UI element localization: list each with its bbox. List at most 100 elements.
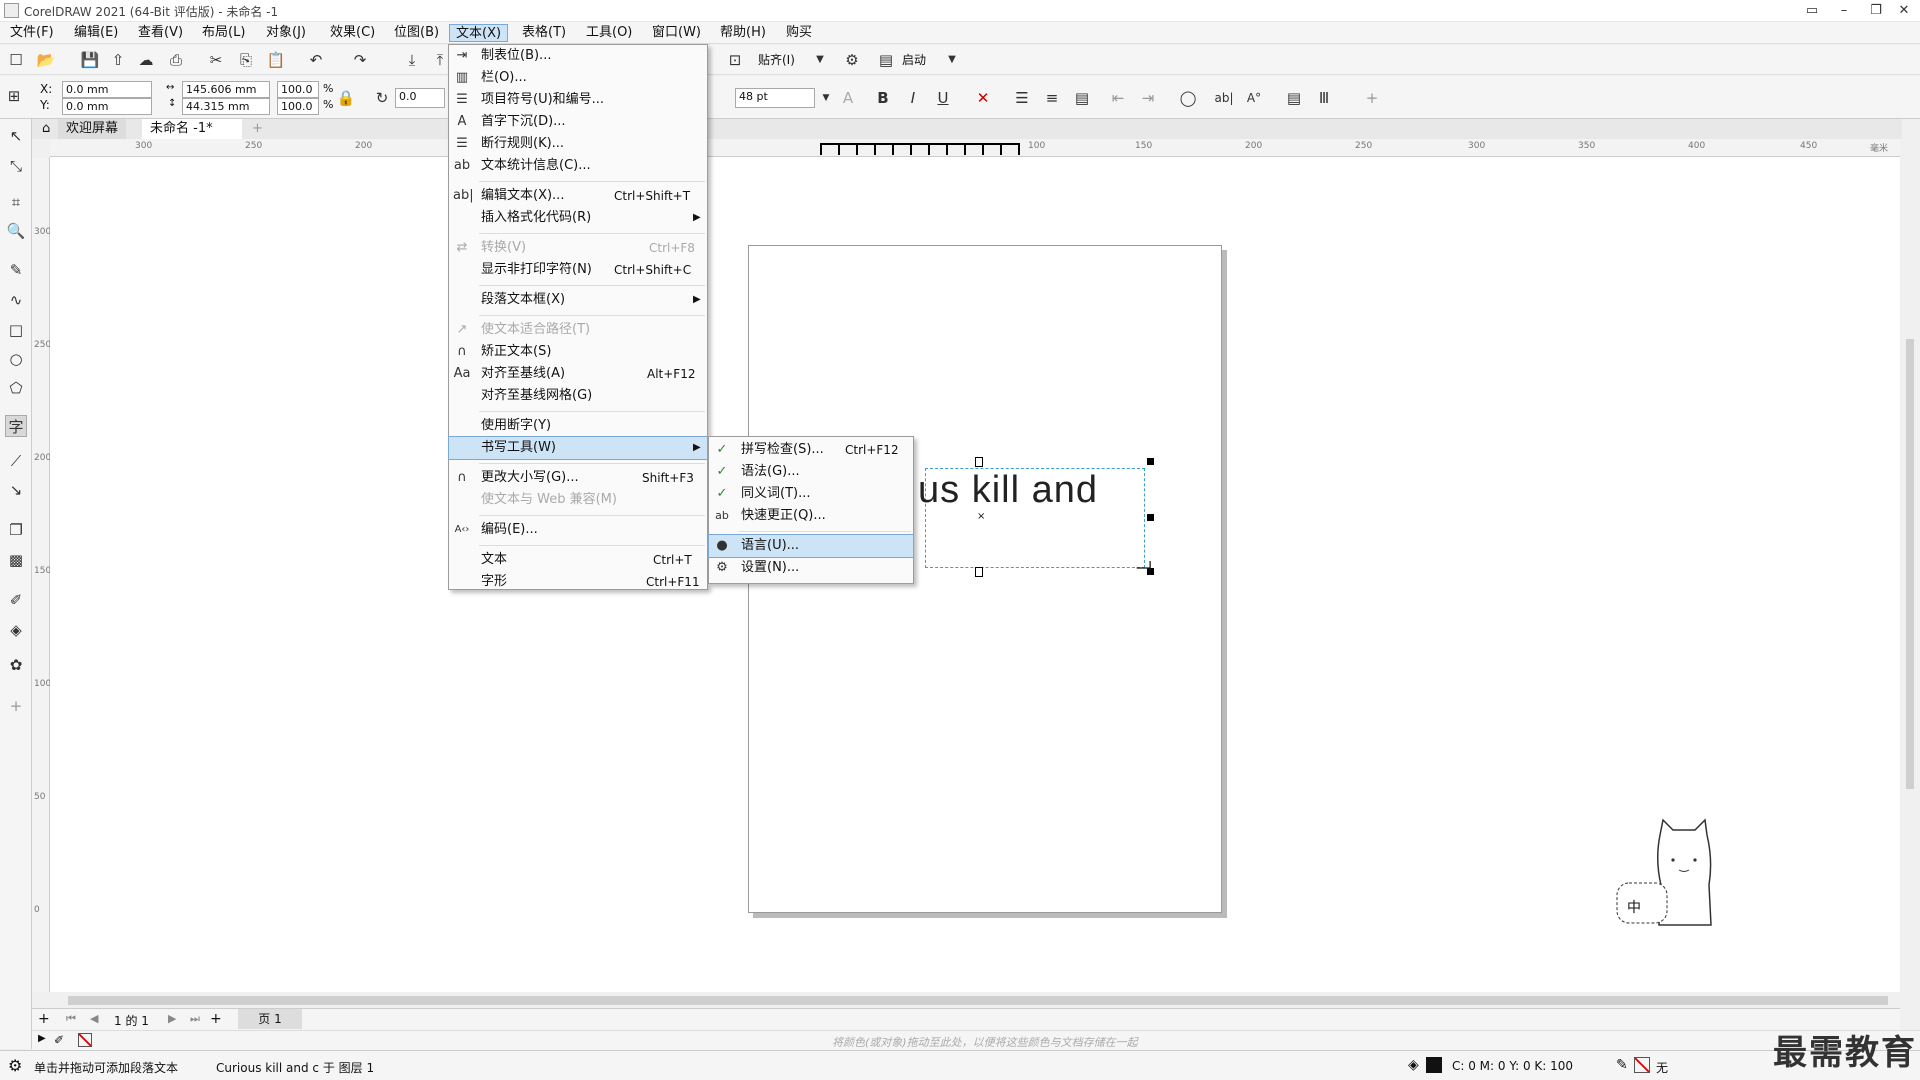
- add-tool-icon[interactable]: +: [5, 695, 27, 717]
- shape-tool-icon[interactable]: ⤡: [5, 155, 27, 177]
- lock-ratio-icon[interactable]: 🔒: [336, 88, 356, 108]
- menu-item-paragraph-frame[interactable]: 段落文本框(X) ▶: [449, 289, 707, 311]
- menu-item-insert-format-code[interactable]: 插入格式化代码(R) ▶: [449, 207, 707, 229]
- menu-item-language[interactable]: ● 语言(U)...: [708, 534, 914, 558]
- menu-tools[interactable]: 工具(O): [580, 24, 638, 42]
- vertical-text-icon[interactable]: Ⅲ: [1314, 88, 1334, 108]
- connector-tool-icon[interactable]: ↘: [5, 479, 27, 501]
- fill-color-swatch[interactable]: [1426, 1057, 1442, 1073]
- text-frame-icon[interactable]: ▤: [1284, 88, 1304, 108]
- menu-item-web-compatible[interactable]: 使文本与 Web 兼容(M): [449, 489, 707, 511]
- menu-item-line-break[interactable]: ☰ 断行规则(K)...: [449, 133, 707, 155]
- parallel-dimension-icon[interactable]: ⟋: [5, 450, 27, 472]
- text-tool-icon[interactable]: 字: [5, 415, 27, 437]
- menu-item-change-case[interactable]: ∩ 更改大小写(G)... Shift+F3: [449, 467, 707, 489]
- scroll-thumb[interactable]: [1906, 339, 1914, 789]
- menu-item-writing-tools[interactable]: 书写工具(W) ▶: [448, 436, 708, 460]
- drop-shadow-icon[interactable]: ❐: [5, 519, 27, 541]
- menu-item-fit-text-to-path[interactable]: ↗ 使文本适合路径(T): [449, 319, 707, 341]
- interactive-fill-icon[interactable]: ◈: [5, 619, 27, 641]
- rectangle-tool-icon[interactable]: □: [5, 319, 27, 341]
- restore-icon[interactable]: ▭: [1796, 0, 1828, 22]
- scale-height-field[interactable]: 100.0: [277, 98, 319, 115]
- drop-cap-icon[interactable]: ▤: [1072, 88, 1092, 108]
- y-position-field[interactable]: 0.0 mm: [62, 98, 152, 115]
- vertical-ruler[interactable]: 300 250 200 150 100 50 0: [32, 157, 51, 992]
- menu-item-hyphenation[interactable]: 使用断字(Y): [449, 415, 707, 437]
- menu-item-glyphs[interactable]: 字形 Ctrl+F11: [449, 571, 707, 593]
- text-frame-bottom-tab[interactable]: [975, 567, 983, 577]
- menu-buy[interactable]: 购买: [780, 24, 818, 42]
- menu-view[interactable]: 查看(V): [132, 24, 189, 42]
- underline-icon[interactable]: U: [933, 88, 953, 108]
- italic-icon[interactable]: I: [903, 88, 923, 108]
- menu-item-convert[interactable]: ⇄ 转换(V) Ctrl+F8: [449, 237, 707, 259]
- menu-item-grammar[interactable]: ✓ 语法(G)...: [709, 461, 913, 483]
- eyedropper-icon[interactable]: ✐: [5, 589, 27, 611]
- menu-item-text[interactable]: 文本 Ctrl+T: [449, 549, 707, 571]
- menu-item-align-baseline-grid[interactable]: 对齐至基线网格(G): [449, 385, 707, 407]
- copy-icon[interactable]: ⎘: [236, 50, 256, 70]
- selection-handle[interactable]: [1147, 458, 1154, 465]
- menu-item-drop-cap[interactable]: A 首字下沉(D)...: [449, 111, 707, 133]
- paragraph-text-frame[interactable]: us kill and: [918, 468, 1145, 568]
- menu-item-spell-check[interactable]: ✓ 拼写检查(S)... Ctrl+F12: [709, 439, 913, 461]
- minimize-button[interactable]: –: [1828, 0, 1860, 22]
- add-tab-icon[interactable]: +: [244, 119, 271, 139]
- menu-item-edit-text[interactable]: ab| 编辑文本(X)... Ctrl+Shift+T: [449, 185, 707, 207]
- tab-document[interactable]: 未命名 -1*: [142, 119, 242, 139]
- menu-item-straighten-text[interactable]: ∩ 矫正文本(S): [449, 341, 707, 363]
- menu-table[interactable]: 表格(T): [516, 24, 572, 42]
- width-field[interactable]: 145.606 mm: [182, 81, 270, 98]
- menu-object[interactable]: 对象(J): [260, 24, 312, 42]
- x-position-field[interactable]: 0.0 mm: [62, 81, 152, 98]
- numbered-list-icon[interactable]: ≡: [1042, 88, 1062, 108]
- bullet-list-icon[interactable]: ☰: [1012, 88, 1032, 108]
- new-icon[interactable]: ☐: [6, 50, 26, 70]
- launch-icon[interactable]: ▤: [876, 50, 896, 70]
- menu-text[interactable]: 文本(X): [449, 24, 509, 42]
- eyedropper-icon[interactable]: ✐: [54, 1033, 64, 1047]
- edit-text-icon[interactable]: ab|: [1214, 88, 1234, 108]
- prev-page-icon[interactable]: ◀: [90, 1012, 98, 1025]
- font-scale-icon[interactable]: A: [838, 88, 858, 108]
- menu-item-columns[interactable]: ▥ 栏(O)...: [449, 67, 707, 89]
- character-icon[interactable]: A°: [1244, 88, 1264, 108]
- height-field[interactable]: 44.315 mm: [182, 98, 270, 115]
- menu-item-quick-correct[interactable]: ab 快速更正(Q)...: [709, 505, 913, 527]
- polygon-tool-icon[interactable]: ⬠: [5, 377, 27, 399]
- smart-fill-icon[interactable]: ✿: [5, 654, 27, 676]
- last-page-icon[interactable]: ⏭: [190, 1012, 200, 1026]
- rotate-icon[interactable]: ↻: [372, 88, 392, 108]
- freehand-tool-icon[interactable]: ✎: [5, 259, 27, 281]
- menu-item-show-nonprinting[interactable]: 显示非打印字符(N) Ctrl+Shift+C: [449, 259, 707, 281]
- add-page-icon[interactable]: +: [38, 1011, 50, 1027]
- zoom-page-icon[interactable]: ⊡: [725, 50, 745, 70]
- upload-icon[interactable]: ⇧: [108, 50, 128, 70]
- increase-indent-icon[interactable]: ⇥: [1138, 88, 1158, 108]
- cut-icon[interactable]: ✂: [206, 50, 226, 70]
- zoom-tool-icon[interactable]: 🔍: [5, 220, 27, 242]
- gear-icon[interactable]: ⚙: [8, 1056, 22, 1075]
- add-page-icon[interactable]: +: [210, 1011, 222, 1027]
- menu-help[interactable]: 帮助(H): [714, 24, 772, 42]
- next-page-icon[interactable]: ▶: [168, 1012, 176, 1025]
- outline-color-swatch[interactable]: [1634, 1057, 1650, 1073]
- menu-edit[interactable]: 编辑(E): [68, 24, 124, 42]
- text-frame-top-tab[interactable]: [975, 457, 983, 467]
- rotation-field[interactable]: 0.0: [395, 88, 445, 108]
- bold-icon[interactable]: B: [873, 88, 893, 108]
- horizontal-ruler[interactable]: 300 250 200 100 150 200 250 300 350 400 …: [50, 139, 1900, 157]
- no-alignment-icon[interactable]: ✕: [973, 88, 993, 108]
- home-icon[interactable]: ⌂: [34, 119, 56, 139]
- gear-icon[interactable]: ⚙: [842, 50, 862, 70]
- paste-icon[interactable]: 📋: [266, 50, 286, 70]
- no-color-swatch[interactable]: [78, 1033, 92, 1047]
- ellipse-icon[interactable]: ◯: [1178, 88, 1198, 108]
- crop-tool-icon[interactable]: ⌗: [5, 191, 27, 213]
- ellipse-tool-icon[interactable]: ○: [5, 348, 27, 370]
- import-icon[interactable]: ⤓: [402, 50, 422, 70]
- menu-item-thesaurus[interactable]: ✓ 同义词(T)...: [709, 483, 913, 505]
- object-origin-icon[interactable]: ⊞: [4, 86, 24, 106]
- menu-item-tab-stops[interactable]: ⇥ 制表位(B)...: [449, 45, 707, 67]
